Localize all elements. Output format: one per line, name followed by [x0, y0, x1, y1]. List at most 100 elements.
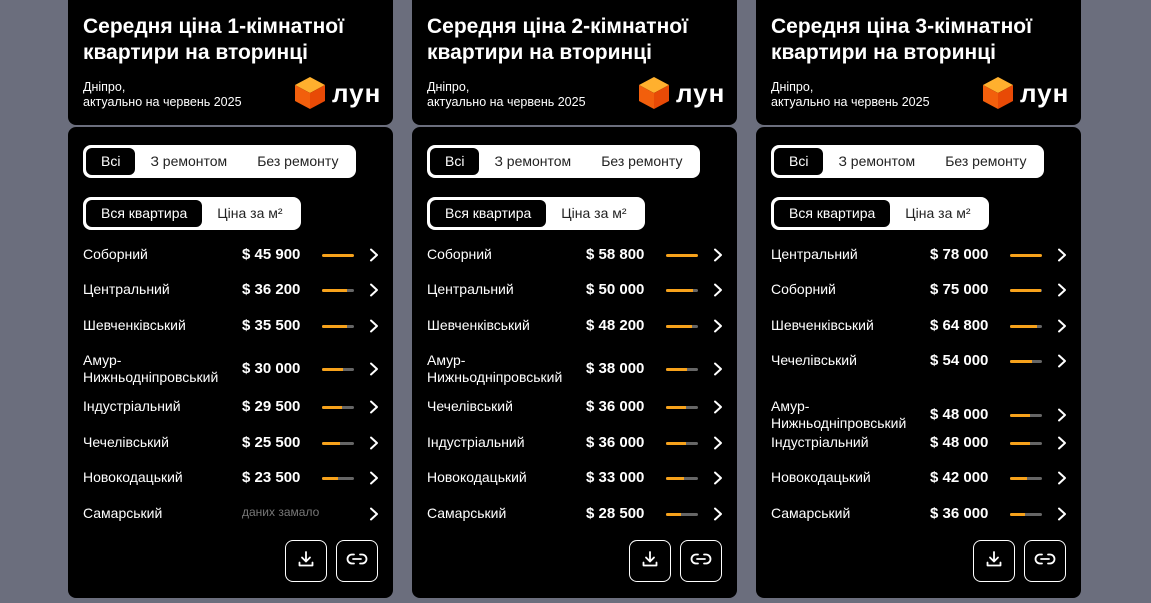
chevron-right-icon[interactable] — [367, 436, 381, 450]
chevron-right-icon[interactable] — [1055, 436, 1069, 450]
chevron-right-icon[interactable] — [711, 248, 725, 262]
district-name: Самарський — [427, 505, 507, 521]
link-icon — [1034, 552, 1056, 571]
district-name: Центральний — [771, 246, 858, 262]
district-price: $ 36 000 — [586, 433, 645, 451]
copy-link-button[interactable] — [1024, 540, 1066, 582]
price-bar-fill — [322, 253, 354, 257]
card-title: Середня ціна 3-кімнатної квартири на вто… — [771, 15, 1033, 64]
price-bar-fill — [1010, 441, 1030, 445]
price-bar — [1010, 359, 1042, 363]
filter-tab[interactable]: З ремонтом — [823, 148, 930, 175]
price-bar-fill — [322, 476, 339, 480]
district-name: Шевченківський — [427, 317, 530, 333]
chevron-right-icon[interactable] — [711, 507, 725, 521]
price-bar — [666, 324, 698, 328]
district-name: Шевченківський — [771, 317, 874, 333]
chevron-right-icon[interactable] — [1055, 248, 1069, 262]
chevron-right-icon[interactable] — [367, 283, 381, 297]
card-body: Всі З ремонтом Без ремонту Вся квартира Ціна… — [68, 127, 393, 598]
chevron-right-icon[interactable] — [711, 283, 725, 297]
brand-name: лун — [1020, 78, 1070, 108]
copy-link-button[interactable] — [336, 540, 378, 582]
copy-link-button[interactable] — [680, 540, 722, 582]
chevron-right-icon[interactable] — [711, 362, 725, 376]
price-bar-fill — [666, 368, 687, 371]
price-bar-fill — [666, 324, 693, 328]
link-icon — [690, 552, 712, 571]
district-name: Соборний — [427, 246, 492, 262]
district-name: Новокодацький — [771, 469, 871, 485]
chevron-right-icon[interactable] — [1055, 408, 1069, 422]
district-name: Індустріальний — [427, 434, 525, 450]
price-bar — [666, 368, 698, 371]
chevron-right-icon[interactable] — [711, 436, 725, 450]
download-icon — [640, 549, 660, 574]
card-body: Всі З ремонтом Без ремонту Вся квартира Ціна… — [756, 127, 1081, 598]
district-name: Самарський — [771, 505, 851, 521]
link-icon — [346, 552, 368, 571]
download-button[interactable] — [973, 540, 1015, 582]
lun-logo: лун — [294, 76, 380, 110]
chevron-right-icon[interactable] — [1055, 319, 1069, 333]
price-bar — [322, 405, 354, 409]
view-filter-tabs: Вся квартира Ціна за м² — [427, 197, 645, 230]
district-price: $ 29 500 — [242, 397, 301, 415]
district-price: $ 36 200 — [242, 280, 301, 298]
filter-tab[interactable]: Без ремонту — [930, 148, 1041, 175]
card-subtitle: Дніпро, актуально на червень 2025 — [771, 80, 930, 110]
district-price: $ 23 500 — [242, 468, 301, 486]
district-price: $ 48 200 — [586, 316, 645, 334]
chevron-right-icon[interactable] — [367, 248, 381, 262]
price-bar — [1010, 512, 1042, 516]
filter-tab[interactable]: Без ремонту — [586, 148, 697, 175]
download-button[interactable] — [285, 540, 327, 582]
filter-tab[interactable]: Всі — [774, 148, 824, 175]
view-tab[interactable]: Вся квартира — [430, 200, 547, 227]
district-price: $ 38 000 — [586, 360, 645, 377]
chevron-right-icon[interactable] — [711, 471, 725, 485]
district-price: $ 28 500 — [586, 504, 645, 522]
district-name: Амур-Нижньодніпровський — [427, 352, 563, 385]
price-bar-fill — [666, 441, 686, 445]
district-price: $ 33 000 — [586, 468, 645, 486]
chevron-right-icon[interactable] — [367, 507, 381, 521]
price-bar-fill — [666, 405, 686, 409]
chevron-right-icon[interactable] — [1055, 507, 1069, 521]
price-bar — [322, 324, 354, 328]
district-name: Чечелівський — [427, 398, 513, 414]
chevron-right-icon[interactable] — [711, 319, 725, 333]
filter-tab[interactable]: Всі — [86, 148, 136, 175]
view-tab[interactable]: Ціна за м² — [202, 200, 297, 227]
download-button[interactable] — [629, 540, 671, 582]
updated-label: актуально на червень 2025 — [427, 95, 586, 109]
chevron-right-icon[interactable] — [711, 400, 725, 414]
price-bar — [1010, 253, 1042, 257]
chevron-right-icon[interactable] — [367, 362, 381, 376]
chevron-right-icon[interactable] — [1055, 283, 1069, 297]
filter-tab[interactable]: З ремонтом — [135, 148, 242, 175]
view-tab[interactable]: Ціна за м² — [890, 200, 985, 227]
view-tab[interactable]: Вся квартира — [86, 200, 203, 227]
chevron-right-icon[interactable] — [367, 471, 381, 485]
chevron-right-icon[interactable] — [1055, 354, 1069, 368]
district-name: Новокодацький — [83, 469, 183, 485]
view-tab[interactable]: Вся квартира — [774, 200, 891, 227]
district-name: Самарський — [83, 505, 163, 521]
chevron-right-icon[interactable] — [367, 400, 381, 414]
filter-tab[interactable]: Всі — [430, 148, 480, 175]
filter-tab[interactable]: З ремонтом — [479, 148, 586, 175]
chevron-right-icon[interactable] — [1055, 471, 1069, 485]
district-price: $ 25 500 — [242, 433, 301, 451]
district-name: Чечелівський — [83, 434, 169, 450]
filter-tab[interactable]: Без ремонту — [242, 148, 353, 175]
repair-filter-tabs: Всі З ремонтом Без ремонту — [427, 145, 701, 178]
price-bar — [1010, 441, 1042, 445]
view-tab[interactable]: Ціна за м² — [546, 200, 641, 227]
district-name: Соборний — [83, 246, 148, 262]
download-icon — [296, 549, 316, 574]
price-bar — [1010, 324, 1042, 328]
updated-label: актуально на червень 2025 — [771, 95, 930, 109]
district-name: Чечелівський — [771, 352, 857, 368]
chevron-right-icon[interactable] — [367, 319, 381, 333]
